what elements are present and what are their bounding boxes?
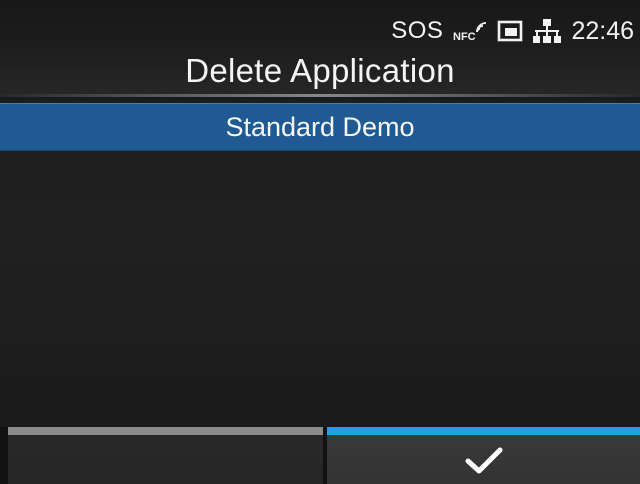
status-bar: SOS NFC 22:46 — [391, 14, 634, 48]
printer-screen: SOS NFC 22:46 Delete Application Standar… — [0, 0, 640, 484]
nfc-icon: NFC — [453, 18, 487, 44]
list-item-label: Standard Demo — [225, 111, 415, 142]
confirm-softkey-indicator — [327, 427, 640, 435]
confirm-softkey[interactable] — [327, 427, 640, 484]
header: SOS NFC 22:46 Delete Application — [0, 0, 640, 97]
sos-indicator: SOS — [391, 17, 444, 44]
softkey-bar — [0, 427, 640, 484]
network-icon — [533, 18, 562, 44]
clock: 22:46 — [571, 16, 634, 45]
svg-text:NFC: NFC — [453, 31, 476, 43]
left-softkey-indicator — [8, 427, 323, 435]
application-list: Standard Demo — [0, 100, 640, 427]
sd-card-icon — [497, 19, 523, 43]
page-title: Delete Application — [185, 52, 455, 89]
check-icon — [464, 446, 504, 476]
list-item-standard-demo[interactable]: Standard Demo — [0, 103, 640, 151]
left-softkey[interactable] — [8, 427, 323, 484]
